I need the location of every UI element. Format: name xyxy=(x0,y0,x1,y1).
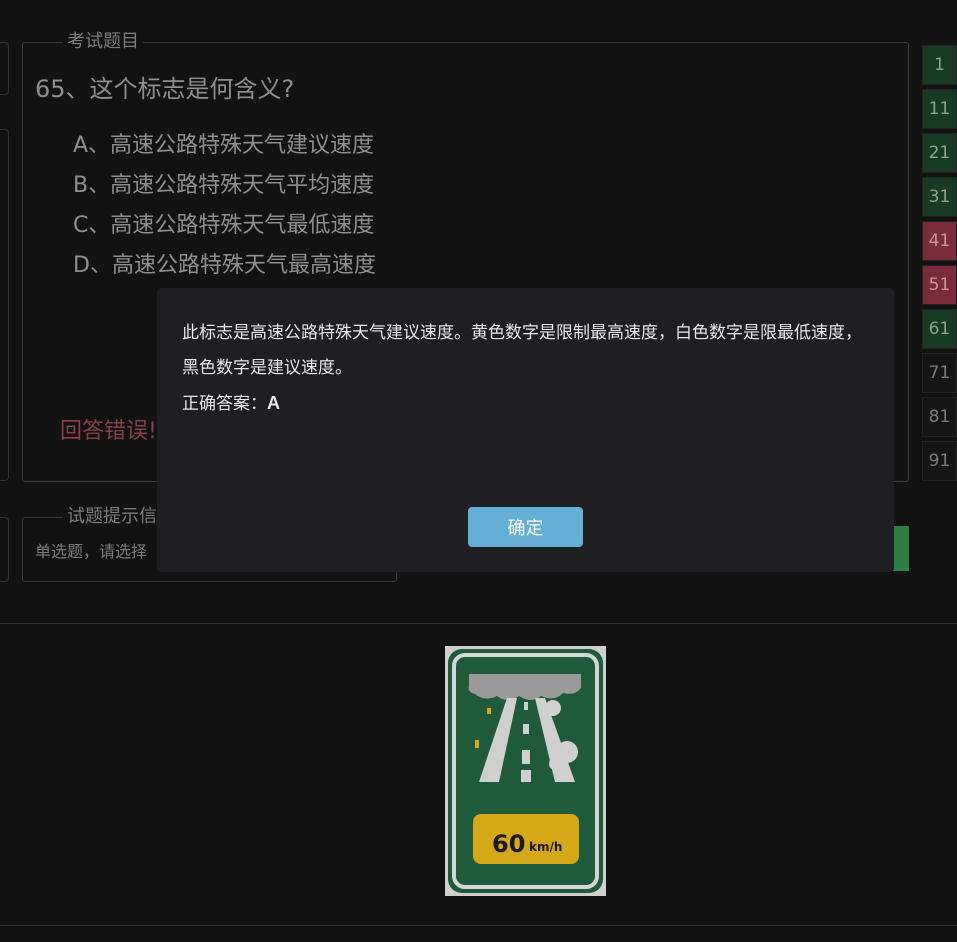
sign-speed: 60 xyxy=(492,830,525,858)
question-number-button[interactable]: 1 xyxy=(922,45,957,85)
option-d[interactable]: D、高速公路特殊天气最高速度 xyxy=(73,247,376,279)
question-number-button[interactable]: 81 xyxy=(922,397,957,437)
question-number-button[interactable]: 11 xyxy=(922,89,957,129)
divider-bottom xyxy=(0,925,957,926)
correct-answer-line: 正确答案：A xyxy=(182,386,872,422)
option-a[interactable]: A、高速公路特殊天气建议速度 xyxy=(73,127,374,159)
left-panel-top xyxy=(0,42,9,95)
left-panel-middle xyxy=(0,129,9,481)
question-number-button[interactable]: 31 xyxy=(922,177,957,217)
question-number-button[interactable]: 91 xyxy=(922,441,957,481)
hint-text: 单选题，请选择 xyxy=(35,542,148,561)
option-b[interactable]: B、高速公路特殊天气平均速度 xyxy=(73,167,374,199)
hint-legend: 试题提示信 xyxy=(63,506,161,528)
divider-top xyxy=(0,623,957,624)
dialog-body: 此标志是高速公路特殊天气建议速度。黄色数字是限制最高速度，白色数字是限最低速度，… xyxy=(182,316,872,422)
answer-value: A xyxy=(267,393,280,413)
explanation-dialog: 此标志是高速公路特殊天气建议速度。黄色数字是限制最高速度，白色数字是限最低速度，… xyxy=(157,288,894,572)
explanation-text: 此标志是高速公路特殊天气建议速度。黄色数字是限制最高速度，白色数字是限最低速度，… xyxy=(182,323,862,378)
question-number-button[interactable]: 21 xyxy=(922,133,957,173)
question-number-button[interactable]: 71 xyxy=(922,353,957,393)
question-number-button[interactable]: 61 xyxy=(922,309,957,349)
question-number-button[interactable]: 41 xyxy=(922,221,957,261)
confirm-button[interactable]: 确定 xyxy=(468,507,583,547)
sign-unit: km/h xyxy=(529,840,562,854)
result-message: 回答错误! xyxy=(60,419,157,444)
answer-label: 正确答案： xyxy=(182,394,267,414)
road-sign-graphic: 60 km/h xyxy=(445,646,606,896)
question-legend: 考试题目 xyxy=(63,31,143,53)
question-title: 65、这个标志是何含义? xyxy=(35,75,295,103)
question-number-button[interactable]: 51 xyxy=(922,265,957,305)
option-c[interactable]: C、高速公路特殊天气最低速度 xyxy=(73,207,374,239)
road-sign-image: 60 km/h xyxy=(445,646,606,896)
left-panel-bottom xyxy=(0,517,9,582)
